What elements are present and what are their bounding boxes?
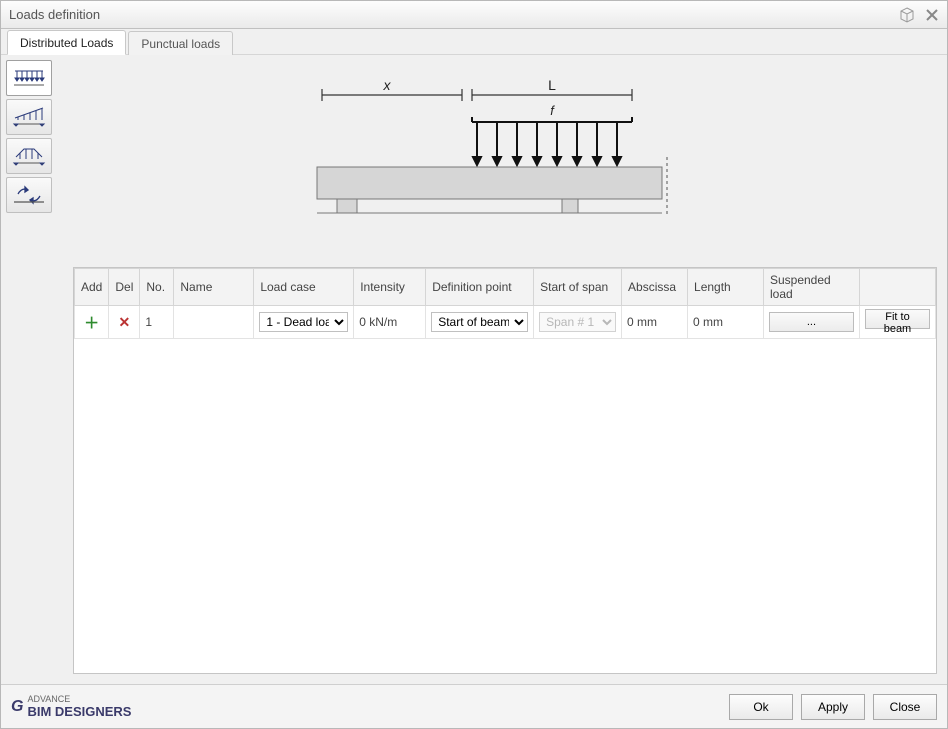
cell-abscissa[interactable]: 0 mm	[622, 306, 688, 339]
load-type-toolbar	[3, 57, 59, 267]
tab-punctual-loads[interactable]: Punctual loads	[128, 31, 233, 55]
cube-icon[interactable]	[899, 7, 915, 23]
trapezoidal-load-tool[interactable]	[6, 138, 52, 174]
loads-grid: Add Del No. Name Load case Intensity Def…	[73, 267, 937, 674]
suspended-load-button[interactable]: ...	[769, 312, 854, 332]
torsion-load-tool[interactable]	[6, 177, 52, 213]
diagram-label-f: f	[550, 103, 555, 118]
col-name: Name	[174, 269, 254, 306]
delete-icon[interactable]: ✕	[119, 314, 131, 330]
dialog-footer: G ADVANCE BIM DESIGNERS Ok Apply Close	[1, 684, 947, 728]
col-startspan: Start of span	[534, 269, 622, 306]
col-loadcase: Load case	[254, 269, 354, 306]
triangular-load-tool[interactable]	[6, 99, 52, 135]
fit-to-beam-button[interactable]: Fit to beam	[865, 309, 930, 329]
cell-no: 1	[140, 306, 174, 339]
apply-button[interactable]: Apply	[801, 694, 865, 720]
col-add: Add	[75, 269, 109, 306]
grid-empty-area	[74, 339, 936, 673]
work-area: x L f	[1, 55, 947, 684]
close-icon[interactable]	[925, 8, 939, 22]
loadcase-select[interactable]: 1 - Dead load	[259, 312, 348, 332]
col-intensity: Intensity	[354, 269, 426, 306]
load-diagram: x L f	[59, 57, 945, 267]
col-abscissa: Abscissa	[622, 269, 688, 306]
col-del: Del	[109, 269, 140, 306]
defpoint-select[interactable]: Start of beam	[431, 312, 528, 332]
table-row: ＋ ✕ 1 1 - Dead load 0 kN/m Start of beam	[75, 306, 936, 339]
uniform-load-tool[interactable]	[6, 60, 52, 96]
col-fit	[859, 269, 935, 306]
brand-small: ADVANCE	[27, 695, 131, 704]
col-suspended: Suspended load	[763, 269, 859, 306]
close-button[interactable]: Close	[873, 694, 937, 720]
diagram-label-x: x	[383, 77, 392, 93]
brand-text: BIM DESIGNERS	[27, 704, 131, 719]
ok-button[interactable]: Ok	[729, 694, 793, 720]
tab-strip: Distributed Loads Punctual loads	[1, 29, 947, 55]
col-defpoint: Definition point	[426, 269, 534, 306]
col-length: Length	[688, 269, 764, 306]
diagram-label-L: L	[548, 77, 556, 93]
startspan-select: Span # 1	[539, 312, 616, 332]
tab-distributed-loads[interactable]: Distributed Loads	[7, 30, 126, 55]
brand-logo: G ADVANCE BIM DESIGNERS	[11, 695, 131, 719]
cell-intensity[interactable]: 0 kN/m	[354, 306, 426, 339]
window-title: Loads definition	[9, 7, 899, 22]
add-icon[interactable]: ＋	[84, 315, 99, 332]
cell-length[interactable]: 0 mm	[688, 306, 764, 339]
title-bar: Loads definition	[1, 1, 947, 29]
cell-name[interactable]	[174, 306, 254, 339]
col-no: No.	[140, 269, 174, 306]
